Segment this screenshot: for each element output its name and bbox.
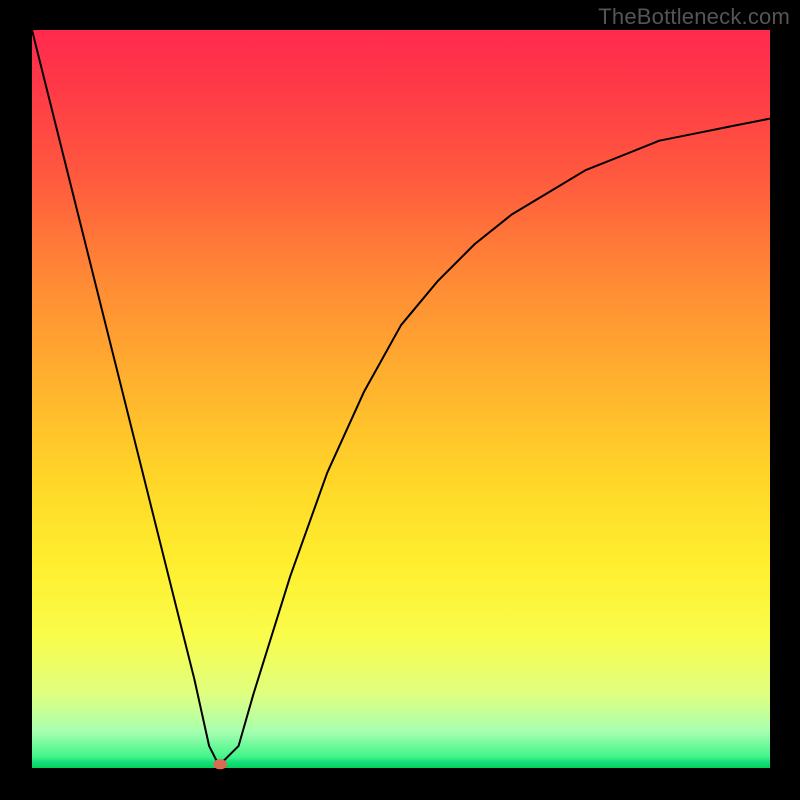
min-marker: [213, 759, 227, 769]
bottleneck-curve: [32, 30, 770, 761]
curve-svg: [32, 30, 770, 768]
watermark-text: TheBottleneck.com: [598, 4, 790, 30]
plot-area: [32, 30, 770, 768]
chart-frame: TheBottleneck.com: [0, 0, 800, 800]
